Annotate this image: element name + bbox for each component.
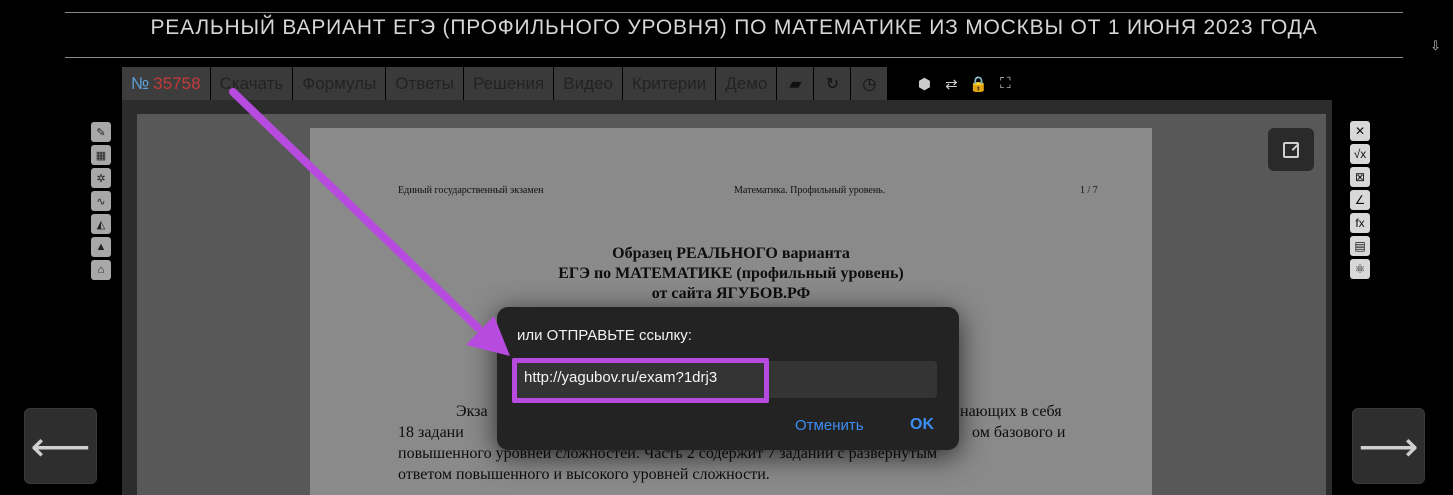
header-bottom-rule <box>65 57 1403 58</box>
graph-icon[interactable]: ∿ <box>91 191 111 211</box>
header-top-rule <box>65 12 1403 13</box>
dialog-prompt: или ОТПРАВЬТЕ ссылку: <box>517 327 692 344</box>
toolbar: № 35758 Скачать Формулы Ответы Решения В… <box>122 67 1019 100</box>
document-title-line-2: ЕГЭ по МАТЕМАТИКЕ (профильный уровень) <box>558 265 904 282</box>
document-title-line-3: от сайта ЯГУБОВ.РФ <box>651 285 811 302</box>
formulas-button[interactable]: Формулы <box>293 67 386 100</box>
swap-icon[interactable]: ⇄ <box>938 67 964 100</box>
page-title: РЕАЛЬНЫЙ ВАРИАНТ ЕГЭ (ПРОФИЛЬНОГО УРОВНЯ… <box>150 16 1318 39</box>
fullscreen-icon[interactable]: ⛶ <box>992 67 1018 100</box>
cancel-button[interactable]: Отменить <box>795 417 864 434</box>
settings-icon[interactable]: ✲ <box>91 168 111 188</box>
document-title-line-1: Образец РЕАЛЬНОГО варианта <box>612 245 850 262</box>
shape-icon[interactable]: ◭ <box>91 214 111 234</box>
close-icon[interactable]: ✕ <box>1350 121 1370 141</box>
arrow-left-icon: ⟵ <box>30 422 91 470</box>
timer-icon[interactable]: ◷ <box>851 67 888 100</box>
ok-button[interactable]: OK <box>910 416 934 434</box>
pencil-icon[interactable]: ✎ <box>91 122 111 142</box>
function-icon[interactable]: fx <box>1350 213 1370 233</box>
page-header-left: Единый государственный экзамен <box>398 185 544 196</box>
lock-icon[interactable]: 🔒 <box>965 67 991 100</box>
number-sign: № <box>131 73 150 93</box>
variant-number-value: 35758 <box>153 73 201 93</box>
demo-button[interactable]: Демо <box>716 67 777 100</box>
angle-icon[interactable]: ∠ <box>1350 190 1370 210</box>
page-number: 1 / 7 <box>1080 185 1098 196</box>
body-text-line-4: ответом повышенного и высокого уровней с… <box>398 466 770 483</box>
external-link-icon <box>1283 141 1299 158</box>
triangle-icon[interactable]: ▲ <box>91 237 111 257</box>
scroll-down-icon[interactable]: ⇩ <box>1430 38 1441 54</box>
arrow-right-icon: ⟶ <box>1358 422 1419 470</box>
comment-icon[interactable]: ▰ <box>777 67 814 100</box>
prev-page-button[interactable]: ⟵ <box>24 408 97 484</box>
open-external-button[interactable] <box>1268 128 1314 171</box>
left-toolbar: ✎ ▦ ✲ ∿ ◭ ▲ ⌂ <box>91 122 111 283</box>
right-toolbar: ✕ √x ⊠ ∠ fx ▤ ⚛ <box>1350 121 1370 282</box>
solutions-button[interactable]: Решения <box>464 67 554 100</box>
no-draw-icon[interactable]: ⊠ <box>1350 167 1370 187</box>
home-icon[interactable]: ⌂ <box>91 260 111 280</box>
body-text-line-1b: нающих в себя <box>960 403 1062 420</box>
refresh-icon[interactable]: ↻ <box>814 67 851 100</box>
body-text-line-2b: ом базового и <box>972 424 1066 441</box>
video-button[interactable]: Видео <box>554 67 622 100</box>
atom-icon[interactable]: ⚛ <box>1350 259 1370 279</box>
criteria-button[interactable]: Критерии <box>622 67 716 100</box>
cube-icon[interactable]: ⬢ <box>911 67 937 100</box>
calculator-icon[interactable]: ▦ <box>91 145 111 165</box>
next-page-button[interactable]: ⟶ <box>1352 408 1425 484</box>
answers-button[interactable]: Ответы <box>386 67 464 100</box>
share-link-dialog: или ОТПРАВЬТЕ ссылку: Отменить OK <box>497 307 959 450</box>
url-highlight-box <box>512 358 769 403</box>
sqrt-icon[interactable]: √x <box>1350 144 1370 164</box>
page-header-center: Математика. Профильный уровень. <box>734 185 886 196</box>
table-icon[interactable]: ▤ <box>1350 236 1370 256</box>
variant-number[interactable]: № 35758 <box>122 67 210 100</box>
download-button[interactable]: Скачать <box>210 67 293 100</box>
body-text-line-1a: Экза <box>456 403 488 420</box>
body-text-line-2a: 18 задани <box>398 424 464 441</box>
